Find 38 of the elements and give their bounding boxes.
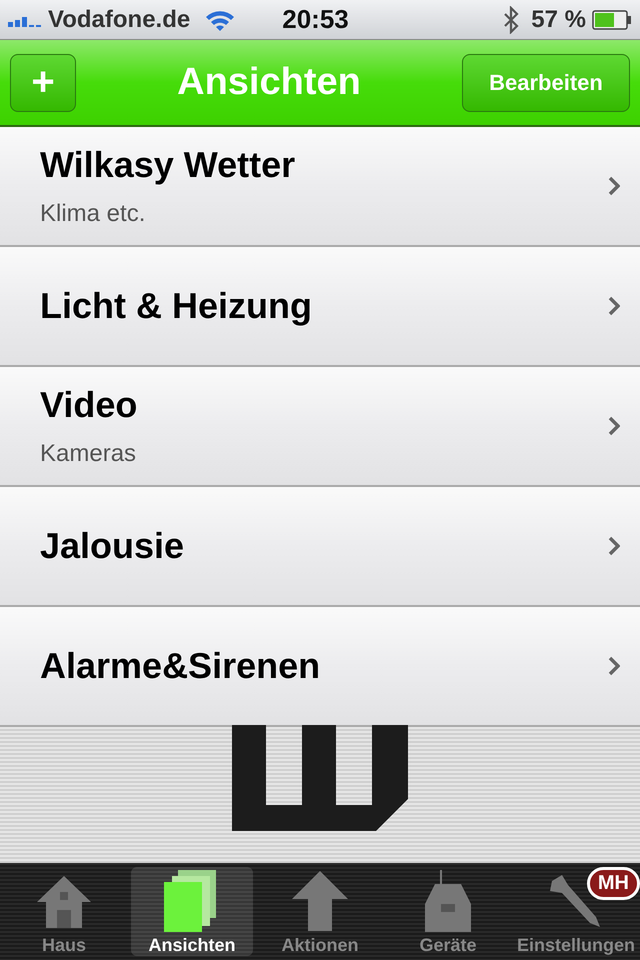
tab-label: Ansichten xyxy=(148,935,236,956)
clock-time: 20:53 xyxy=(282,4,349,35)
device-icon xyxy=(425,870,471,932)
tab-item[interactable]: Aktionen xyxy=(259,867,381,956)
chevron-icon xyxy=(608,296,620,316)
chevron-icon xyxy=(608,656,620,676)
tab-label: Geräte xyxy=(419,935,477,956)
list-row[interactable]: Licht & Heizung xyxy=(0,247,640,367)
tab-item[interactable]: Geräte xyxy=(387,867,509,956)
list-row[interactable]: Wilkasy Wetter Klima etc. xyxy=(0,127,640,247)
row-title: Licht & Heizung xyxy=(40,285,313,327)
row-title: Jalousie xyxy=(40,525,186,567)
row-subtitle: Klima etc. xyxy=(40,200,146,228)
tab-item[interactable]: MH Einstellungen xyxy=(515,867,637,956)
list-row[interactable]: Video Kameras xyxy=(0,367,640,487)
screen-title: Ansichten xyxy=(177,61,361,104)
tab-label: Einstellungen xyxy=(516,935,635,956)
row-title: Alarme&Sirenen xyxy=(40,645,322,687)
row-title: Video xyxy=(40,384,138,426)
chevron-icon xyxy=(608,536,620,556)
list-row[interactable]: Alarme&Sirenen xyxy=(0,607,640,727)
battery-icon xyxy=(592,10,632,30)
wifi-icon xyxy=(204,8,236,30)
battery-percentage: 57 % xyxy=(531,6,586,34)
chevron-icon xyxy=(608,176,620,196)
tab-item[interactable]: Haus xyxy=(3,867,125,956)
bluetooth-icon xyxy=(503,6,520,34)
row-title: Wilkasy Wetter xyxy=(40,144,296,186)
carrier-name: Vodafone.de xyxy=(48,6,190,34)
list-row[interactable]: Jalousie xyxy=(0,487,640,607)
tab-item[interactable]: Ansichten xyxy=(131,867,253,956)
house-icon xyxy=(37,874,91,928)
chevron-icon xyxy=(608,416,620,436)
up-arrow-icon xyxy=(292,871,348,931)
tab-label: Haus xyxy=(42,935,86,956)
row-subtitle: Kameras xyxy=(40,440,138,468)
tab-label: Aktionen xyxy=(281,935,358,956)
notification-badge: MH xyxy=(586,867,640,900)
